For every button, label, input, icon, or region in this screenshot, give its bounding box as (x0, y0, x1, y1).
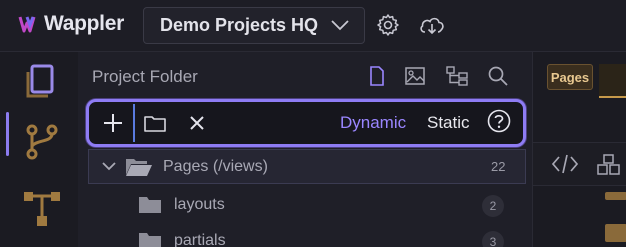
help-icon (487, 109, 511, 133)
tree-label: layouts (174, 196, 225, 213)
flow-icon[interactable] (22, 188, 62, 228)
settings-icon[interactable] (376, 13, 400, 37)
add-button[interactable] (93, 104, 135, 142)
components-icon[interactable] (595, 153, 623, 177)
static-toggle[interactable]: Static (427, 113, 470, 133)
folder-icon (144, 116, 166, 132)
search-icon[interactable] (487, 65, 509, 87)
wappler-logo-icon (18, 16, 36, 33)
tree-label: partials (174, 232, 226, 247)
app-name: Wappler (44, 12, 124, 35)
project-name: Demo Projects HQ (160, 15, 319, 35)
cloud-download-icon[interactable] (418, 13, 446, 37)
editor-toolbar (533, 142, 626, 186)
tree-label: Pages (/views) (163, 158, 268, 175)
folder-toolbar: Dynamic Static (86, 99, 526, 147)
file-icon[interactable] (366, 65, 388, 87)
plus-icon (104, 114, 122, 132)
folder-icon (139, 233, 161, 247)
project-panel: Project Folder Dynamic Static Pages (/vi… (78, 52, 532, 247)
tree-row-partials[interactable]: partials 3 (88, 224, 526, 247)
code-icon[interactable] (551, 153, 579, 175)
folder-open-icon (126, 159, 152, 176)
chevron-down-icon (102, 162, 116, 171)
panel-title: Project Folder (92, 67, 198, 86)
close-icon (190, 116, 204, 130)
tree-row-pages[interactable]: Pages (/views) 22 (88, 149, 526, 184)
help-button[interactable] (486, 108, 512, 134)
item-count: 22 (491, 159, 506, 174)
item-count-badge: 2 (482, 195, 504, 217)
item-count-badge: 3 (482, 231, 504, 247)
close-button[interactable] (183, 110, 211, 136)
new-folder-button[interactable] (141, 110, 169, 136)
files-icon[interactable] (22, 60, 62, 100)
chevron-down-icon (331, 20, 349, 31)
content-block (605, 224, 626, 242)
tree-row-layouts[interactable]: layouts 2 (88, 188, 526, 222)
content-block (605, 192, 626, 200)
title-bar: Wappler Demo Projects HQ (0, 0, 626, 52)
activity-bar (0, 52, 78, 247)
editor-pane: Pages (532, 52, 626, 247)
tab-file[interactable] (599, 64, 626, 98)
tree-icon[interactable] (446, 65, 468, 87)
folder-icon (139, 197, 161, 213)
git-icon[interactable] (22, 122, 62, 162)
project-select[interactable]: Demo Projects HQ (143, 7, 365, 44)
image-icon[interactable] (404, 65, 426, 87)
active-indicator (6, 112, 9, 156)
wappler-logo: Wappler (18, 12, 124, 36)
dynamic-toggle[interactable]: Dynamic (340, 113, 406, 133)
tab-pages[interactable]: Pages (547, 64, 593, 90)
